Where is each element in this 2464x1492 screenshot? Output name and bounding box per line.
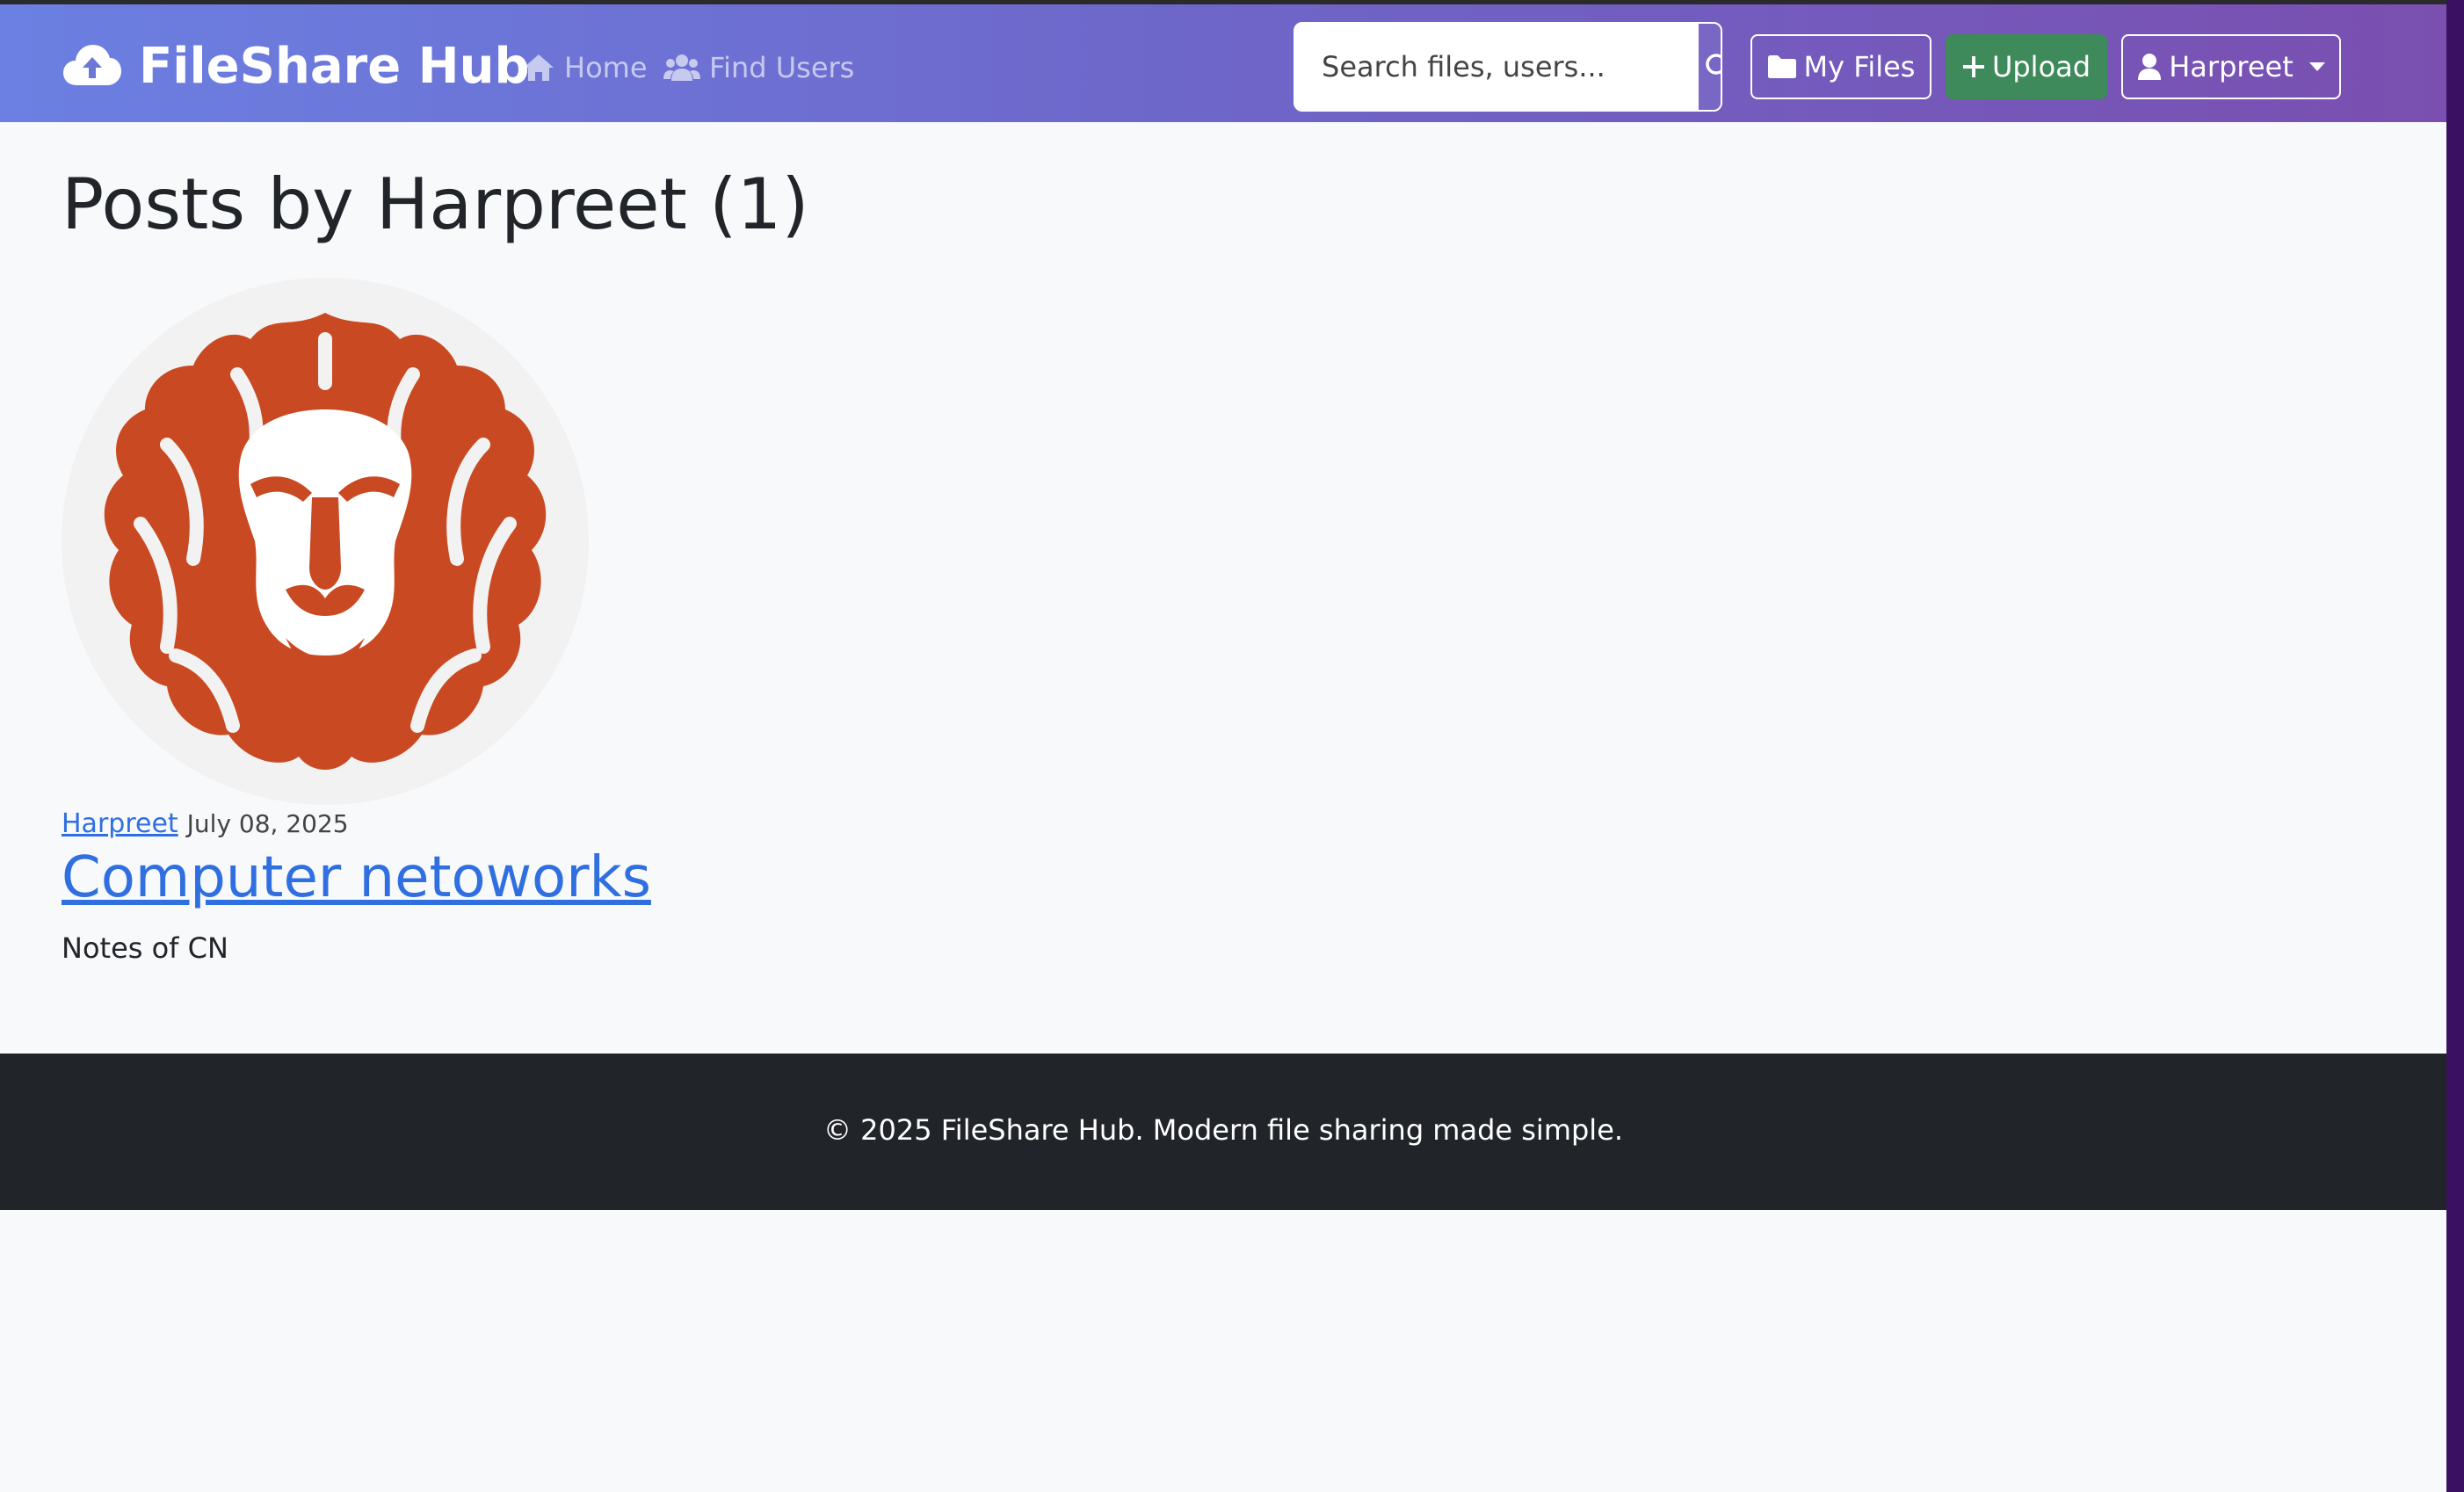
- folder-icon: [1767, 55, 1796, 78]
- search-form: [1294, 22, 1722, 112]
- user-menu-label: Harpreet: [2169, 50, 2294, 83]
- footer-text: © 2025 FileShare Hub. Modern file sharin…: [823, 1113, 1624, 1147]
- footer: © 2025 FileShare Hub. Modern file sharin…: [0, 1054, 2446, 1210]
- lion-logo: [62, 278, 589, 805]
- cloud-upload-icon: [63, 45, 121, 85]
- users-icon: [663, 54, 700, 81]
- search-button[interactable]: [1699, 24, 1721, 110]
- user-icon: [2138, 54, 2162, 80]
- nav-find-users-label: Find Users: [709, 51, 855, 84]
- user-menu-button[interactable]: Harpreet: [2121, 34, 2341, 99]
- home-icon: [524, 54, 554, 81]
- nav-find-users[interactable]: Find Users: [663, 43, 854, 92]
- chevron-down-icon: [2308, 62, 2325, 71]
- post-meta: Harpreet July 08, 2025: [62, 808, 349, 839]
- post-title-link[interactable]: Computer netoworks: [62, 845, 651, 910]
- plus-icon: [1962, 56, 1984, 77]
- brand-name: FileShare Hub: [139, 37, 530, 95]
- my-files-label: My Files: [1803, 50, 1916, 83]
- post-image[interactable]: [62, 278, 589, 805]
- upload-label: Upload: [1991, 50, 2091, 83]
- brand-link[interactable]: FileShare Hub: [62, 34, 530, 98]
- search-input[interactable]: [1295, 24, 1699, 110]
- my-files-button[interactable]: My Files: [1750, 34, 1931, 99]
- upload-button[interactable]: Upload: [1946, 34, 2107, 99]
- search-icon: [1706, 54, 1721, 75]
- post-author-link[interactable]: Harpreet: [62, 808, 178, 839]
- navbar: FileShare Hub Home Find Users Search fil…: [0, 4, 2446, 122]
- post-date: July 08, 2025: [186, 809, 349, 838]
- page-title: Posts by Harpreet (1): [62, 163, 809, 245]
- page: FileShare Hub Home Find Users Search fil…: [0, 0, 2446, 1492]
- post-description: Notes of CN: [62, 931, 228, 965]
- nav-home[interactable]: Home: [522, 43, 648, 92]
- nav-home-label: Home: [564, 51, 648, 84]
